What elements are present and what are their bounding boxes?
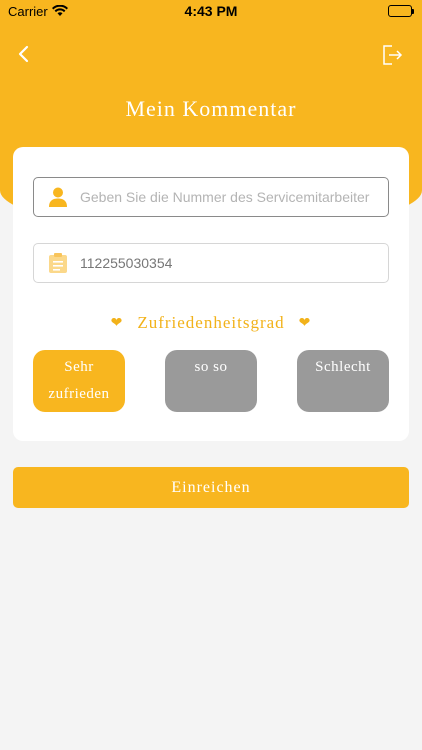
- rating-label-line1: Sehr: [64, 359, 94, 375]
- employee-number-input[interactable]: [80, 189, 370, 205]
- back-button[interactable]: [14, 42, 34, 66]
- logout-icon: [383, 45, 403, 65]
- satisfaction-label: Zufriedenheitsgrad: [137, 313, 285, 332]
- order-number-field[interactable]: [33, 243, 389, 283]
- employee-number-field[interactable]: [33, 177, 389, 217]
- rating-label: Schlecht: [315, 359, 371, 375]
- heart-icon: ❤: [110, 316, 124, 331]
- chevron-left-icon: [18, 45, 29, 63]
- comment-card: ❤ Zufriedenheitsgrad ❤ Sehr zufrieden so s…: [13, 147, 409, 441]
- rating-very-satisfied-button[interactable]: Sehr zufrieden: [33, 350, 125, 412]
- heart-icon: ❤: [298, 316, 312, 331]
- user-icon: [49, 187, 67, 207]
- status-bar: Carrier 4:43 PM: [0, 0, 422, 24]
- status-time: 4:43 PM: [184, 3, 238, 19]
- clipboard-icon: [49, 253, 67, 273]
- battery-icon: [388, 5, 414, 17]
- rating-bad-button[interactable]: Schlecht: [297, 350, 389, 412]
- rating-label-line2: zufrieden: [48, 386, 110, 402]
- rating-so-so-button[interactable]: so so: [165, 350, 257, 412]
- logout-button[interactable]: [380, 43, 404, 67]
- order-number-input[interactable]: [80, 255, 370, 271]
- satisfaction-heading: ❤ Zufriedenheitsgrad ❤: [13, 313, 409, 333]
- page-title: Mein Kommentar: [125, 96, 297, 121]
- rating-label: so so: [194, 359, 228, 375]
- submit-button[interactable]: Einreichen: [13, 467, 409, 508]
